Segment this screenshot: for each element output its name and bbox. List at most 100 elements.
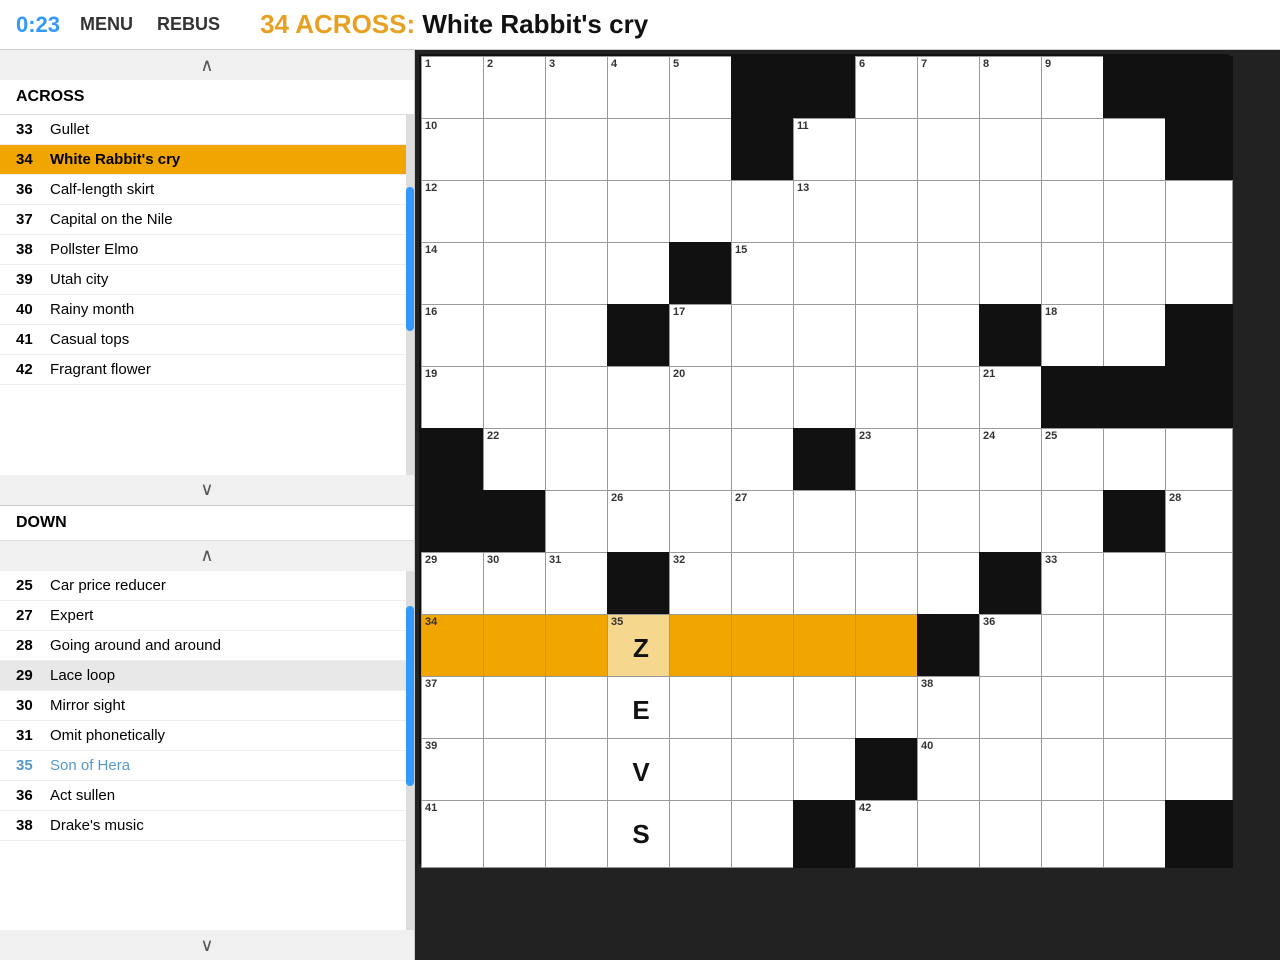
grid-cell[interactable]: 33	[1041, 552, 1109, 620]
grid-cell[interactable]: 38	[917, 676, 985, 744]
grid-cell[interactable]: 5	[669, 56, 737, 124]
grid-cell[interactable]	[793, 304, 861, 372]
grid-cell[interactable]: V	[607, 738, 675, 806]
down-scroll-up[interactable]: ∧	[0, 541, 414, 571]
grid-cell[interactable]	[669, 428, 737, 496]
grid-cell[interactable]	[483, 304, 551, 372]
grid-cell[interactable]	[1165, 676, 1233, 744]
across-scrollbar-thumb[interactable]	[406, 187, 414, 331]
grid-cell[interactable]	[483, 242, 551, 310]
grid-cell[interactable]: S	[607, 800, 675, 868]
grid-cell[interactable]	[483, 738, 551, 806]
grid-cell[interactable]	[545, 118, 613, 186]
grid-cell[interactable]	[731, 180, 799, 248]
grid-cell[interactable]	[793, 738, 861, 806]
grid-cell[interactable]	[731, 738, 799, 806]
grid-cell[interactable]: 14	[421, 242, 489, 310]
grid-cell[interactable]: 22	[483, 428, 551, 496]
grid-cell[interactable]	[483, 614, 551, 682]
grid-cell[interactable]: 23	[855, 428, 923, 496]
grid-cell[interactable]	[855, 118, 923, 186]
grid-cell[interactable]	[793, 614, 861, 682]
down-clue-35[interactable]: 35Son of Hera	[0, 751, 414, 781]
grid-cell[interactable]	[917, 242, 985, 310]
grid-cell[interactable]: 1	[421, 56, 489, 124]
grid-cell[interactable]	[1041, 118, 1109, 186]
grid-cell[interactable]: E	[607, 676, 675, 744]
across-clue-40[interactable]: 40Rainy month	[0, 295, 414, 325]
grid-cell[interactable]	[1041, 242, 1109, 310]
grid-cell[interactable]	[545, 304, 613, 372]
grid-cell[interactable]	[979, 490, 1047, 558]
across-clue-33[interactable]: 33Gullet	[0, 115, 414, 145]
grid-cell[interactable]	[1103, 738, 1171, 806]
grid-cell[interactable]	[855, 304, 923, 372]
down-clue-27[interactable]: 27Expert	[0, 601, 414, 631]
grid-cell[interactable]	[1103, 428, 1171, 496]
grid-cell[interactable]	[1165, 180, 1233, 248]
across-clue-41[interactable]: 41Casual tops	[0, 325, 414, 355]
grid-cell[interactable]	[731, 304, 799, 372]
grid-cell[interactable]: 39	[421, 738, 489, 806]
grid-cell[interactable]	[545, 366, 613, 434]
grid-cell[interactable]: 26	[607, 490, 675, 558]
grid-cell[interactable]	[1041, 490, 1109, 558]
grid-cell[interactable]	[545, 800, 613, 868]
across-scroll-down[interactable]: ∨	[0, 475, 414, 505]
grid-cell[interactable]: 41	[421, 800, 489, 868]
grid-cell[interactable]: 37	[421, 676, 489, 744]
grid-cell[interactable]: 15	[731, 242, 799, 310]
grid-cell[interactable]	[669, 800, 737, 868]
grid-cell[interactable]	[607, 180, 675, 248]
grid-cell[interactable]	[793, 676, 861, 744]
grid-cell[interactable]: 27	[731, 490, 799, 558]
grid-cell[interactable]	[1103, 614, 1171, 682]
grid-cell[interactable]: 36	[979, 614, 1047, 682]
grid-cell[interactable]	[669, 614, 737, 682]
rebus-button[interactable]: REBUS	[157, 14, 220, 35]
grid-cell[interactable]	[793, 552, 861, 620]
grid-cell[interactable]	[855, 614, 923, 682]
grid-cell[interactable]: 31	[545, 552, 613, 620]
grid-cell[interactable]	[917, 490, 985, 558]
grid-cell[interactable]	[483, 180, 551, 248]
grid-cell[interactable]: 10	[421, 118, 489, 186]
grid-cell[interactable]: 40	[917, 738, 985, 806]
grid-cell[interactable]	[483, 366, 551, 434]
grid-cell[interactable]	[669, 490, 737, 558]
grid-cell[interactable]	[1041, 614, 1109, 682]
grid-cell[interactable]: 28	[1165, 490, 1233, 558]
grid-cell[interactable]: 16	[421, 304, 489, 372]
grid-cell[interactable]	[731, 366, 799, 434]
grid-cell[interactable]: 7	[917, 56, 985, 124]
grid-cell[interactable]	[917, 366, 985, 434]
grid-cell[interactable]	[483, 800, 551, 868]
grid-cell[interactable]	[545, 614, 613, 682]
across-clue-38[interactable]: 38Pollster Elmo	[0, 235, 414, 265]
grid-cell[interactable]	[917, 428, 985, 496]
grid-cell[interactable]	[979, 118, 1047, 186]
across-clue-39[interactable]: 39Utah city	[0, 265, 414, 295]
grid-cell[interactable]	[545, 676, 613, 744]
grid-cell[interactable]	[1165, 242, 1233, 310]
grid-cell[interactable]: 12	[421, 180, 489, 248]
grid-cell[interactable]	[545, 242, 613, 310]
grid-cell[interactable]	[855, 366, 923, 434]
grid-cell[interactable]: 35Z	[607, 614, 675, 682]
grid-cell[interactable]: 25	[1041, 428, 1109, 496]
grid-cell[interactable]	[855, 552, 923, 620]
grid-cell[interactable]: 20	[669, 366, 737, 434]
grid-cell[interactable]	[979, 800, 1047, 868]
across-clue-42[interactable]: 42Fragrant flower	[0, 355, 414, 385]
down-clue-31[interactable]: 31Omit phonetically	[0, 721, 414, 751]
grid-cell[interactable]	[917, 180, 985, 248]
across-clue-36[interactable]: 36Calf-length skirt	[0, 175, 414, 205]
grid-cell[interactable]	[669, 180, 737, 248]
grid-cell[interactable]	[1103, 800, 1171, 868]
down-clue-28[interactable]: 28Going around and around	[0, 631, 414, 661]
grid-cell[interactable]	[793, 366, 861, 434]
grid-cell[interactable]	[917, 552, 985, 620]
grid-cell[interactable]	[1165, 738, 1233, 806]
grid-cell[interactable]	[855, 242, 923, 310]
grid-cell[interactable]	[1041, 676, 1109, 744]
